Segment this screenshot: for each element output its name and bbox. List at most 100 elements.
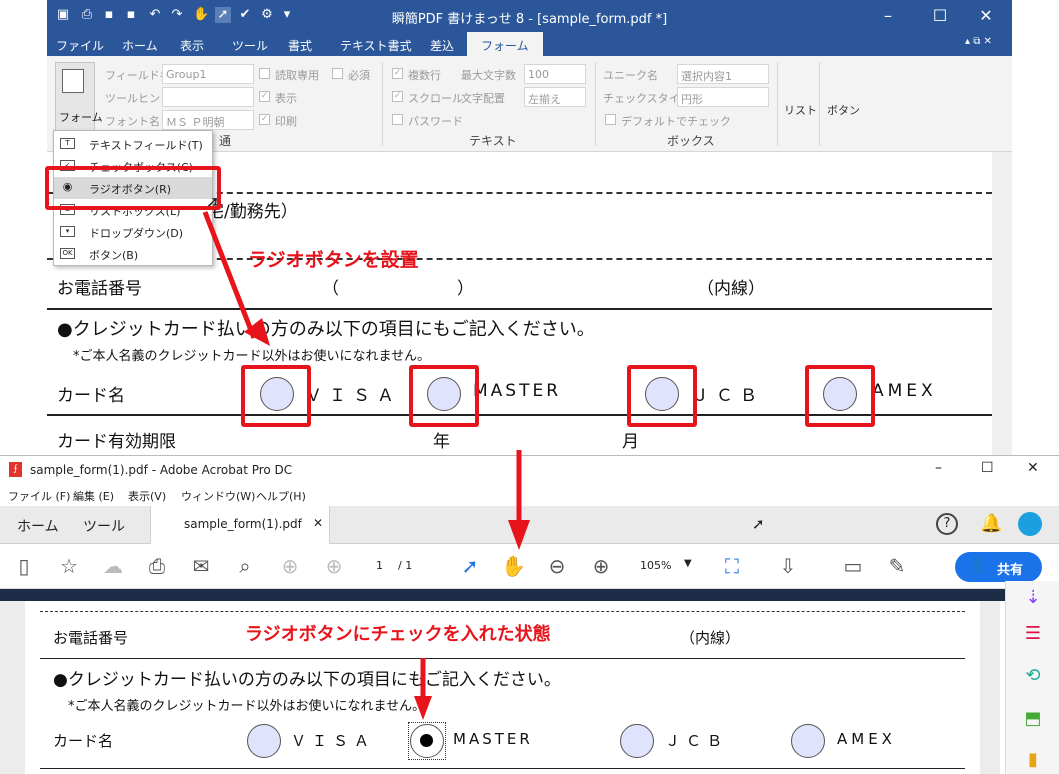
list-button[interactable]: リスト: [784, 102, 817, 118]
export-icon[interactable]: ⇣: [1022, 587, 1044, 609]
tab-home[interactable]: ホーム: [17, 516, 59, 536]
close-icon[interactable]: ✕: [975, 6, 997, 26]
align-label: 文字配置: [461, 92, 505, 105]
zoom-out-icon[interactable]: ⊖: [545, 554, 569, 578]
scrollbar[interactable]: [992, 152, 1012, 455]
radio-visa[interactable]: [247, 724, 281, 758]
tab-tools[interactable]: ツール: [83, 516, 125, 536]
chevron-down-icon[interactable]: ▼: [684, 558, 692, 569]
create-pdf-icon[interactable]: ▮: [1022, 749, 1044, 771]
close-tab-icon[interactable]: ✕: [313, 516, 323, 530]
readonly-checkbox[interactable]: [259, 68, 270, 79]
unique-name-input[interactable]: 選択内容1: [677, 64, 769, 84]
display-checkbox[interactable]: ✓: [259, 91, 270, 102]
organize-icon[interactable]: ☰: [1022, 623, 1044, 645]
mail-icon[interactable]: ✉: [189, 554, 213, 578]
phone-label: お電話番号: [53, 629, 129, 647]
password-checkbox[interactable]: [392, 114, 403, 125]
avatar[interactable]: [1018, 512, 1042, 536]
tab-merge[interactable]: 差込: [430, 37, 454, 54]
tab-tools[interactable]: ツール: [232, 37, 268, 54]
check-style-select[interactable]: 円形: [677, 87, 769, 107]
bell-icon[interactable]: 🔔: [980, 513, 1002, 534]
zoom-select[interactable]: 105%: [640, 559, 671, 572]
menu-item-text-field[interactable]: T テキストフィールド(T): [54, 133, 212, 155]
tooltip-input[interactable]: [162, 87, 254, 107]
share-button[interactable]: 👤 共有: [955, 552, 1042, 582]
menu-item-label: テキストフィールド(T): [89, 139, 203, 152]
font-select[interactable]: ＭＳ Ｐ明朝: [162, 110, 254, 130]
menu-view[interactable]: 表示(V): [128, 488, 166, 504]
form-button[interactable]: フォーム: [55, 62, 103, 132]
acrobat-title: sample_form(1).pdf - Adobe Acrobat Pro D…: [30, 463, 293, 477]
print-checkbox[interactable]: ✓: [259, 114, 270, 125]
fit-page-icon[interactable]: ⛶: [720, 554, 744, 578]
radio-jcb[interactable]: [620, 724, 654, 758]
zoom-in-icon[interactable]: ⊕: [589, 554, 613, 578]
menu-edit[interactable]: 編集 (E): [73, 488, 114, 504]
credit-note: ●クレジットカード払いの方のみ以下の項目にもご記入ください。: [57, 319, 595, 340]
page-down-icon[interactable]: ⊕: [322, 554, 346, 578]
star-icon[interactable]: ☆: [57, 554, 81, 578]
radio-amex[interactable]: [791, 724, 825, 758]
tab-text-format[interactable]: テキスト書式: [340, 37, 412, 54]
radio-master-checked[interactable]: [410, 724, 444, 758]
extension-label: （内線）: [697, 279, 765, 299]
divider: [40, 658, 965, 659]
page-up-icon[interactable]: ⊕: [278, 554, 302, 578]
card-visa-label: ＶＩＳＡ: [305, 386, 401, 406]
menu-item-dropdown[interactable]: ▾ ドロップダウン(D): [54, 221, 212, 243]
tab-view[interactable]: 表示: [180, 37, 204, 54]
pen-icon[interactable]: ✎: [885, 554, 909, 578]
paren-open: （: [322, 279, 339, 299]
form-button-label: フォーム: [59, 111, 103, 124]
year-label: 年: [433, 432, 450, 452]
help-icon[interactable]: ?: [936, 513, 958, 535]
maximize-icon[interactable]: ☐: [981, 460, 994, 476]
minimize-icon[interactable]: –: [877, 6, 899, 26]
maximize-icon[interactable]: ☐: [929, 6, 951, 26]
extension-label: （内線）: [680, 629, 741, 647]
tab-format[interactable]: 書式: [288, 37, 312, 54]
print-icon[interactable]: ⎙: [145, 554, 169, 578]
multiline-checkbox[interactable]: ✓: [392, 68, 403, 79]
edit-pdf-icon[interactable]: ⟲: [1022, 665, 1044, 687]
menu-file[interactable]: ファイル (F): [8, 488, 70, 504]
save-icon[interactable]: ▯: [12, 554, 36, 578]
button-button[interactable]: ボタン: [827, 102, 860, 118]
separator: [382, 62, 383, 146]
scroll-checkbox[interactable]: ✓: [392, 91, 403, 102]
hand-tool-icon[interactable]: ✋: [501, 554, 526, 578]
credit-subnote: *ご本人名義のクレジットカード以外はお使いになれません。: [73, 349, 431, 364]
tab-file[interactable]: ファイル: [56, 37, 104, 54]
group-box-label: ボックス: [667, 134, 715, 148]
tab-home[interactable]: ホーム: [122, 37, 158, 54]
search-icon[interactable]: ⌕: [233, 554, 257, 578]
month-label: 月: [622, 432, 639, 452]
max-chars-input[interactable]: 100: [524, 64, 586, 84]
align-select[interactable]: 左揃え: [524, 87, 586, 107]
default-check-checkbox[interactable]: [605, 114, 616, 125]
page-number-input[interactable]: 1: [376, 559, 383, 572]
select-cursor-icon[interactable]: ➚: [458, 554, 482, 578]
print-label: 印刷: [275, 115, 297, 128]
help-icon[interactable]: ▴ ⧉ ✕: [965, 36, 992, 47]
user-add-icon: 👤: [969, 558, 987, 574]
comment-icon[interactable]: ▭: [841, 554, 865, 578]
menu-help[interactable]: ヘルプ(H): [256, 488, 306, 504]
required-checkbox[interactable]: [332, 68, 343, 79]
acrobat-menu-bar: ファイル (F) 編集 (E) 表示(V) ウィンドウ(W) ヘルプ(H): [0, 484, 1059, 506]
menu-item-label: ボタン(B): [89, 249, 139, 262]
tab-form[interactable]: フォーム: [467, 32, 543, 56]
compress-icon[interactable]: ⬒: [1022, 708, 1044, 730]
document-tab[interactable]: sample_form(1).pdf ✕: [150, 506, 330, 544]
divider-bar: [0, 589, 1059, 601]
close-icon[interactable]: ✕: [1027, 460, 1039, 476]
scroll-mode-icon[interactable]: ⇩: [776, 554, 800, 578]
expiry-label: カード有効期限: [57, 432, 176, 452]
menu-window[interactable]: ウィンドウ(W): [181, 488, 255, 504]
minimize-icon[interactable]: –: [935, 460, 942, 476]
menu-item-button[interactable]: OK ボタン(B): [54, 243, 212, 265]
upload-cloud-icon[interactable]: ☁: [101, 554, 125, 578]
field-name-input[interactable]: Group1: [162, 64, 254, 84]
